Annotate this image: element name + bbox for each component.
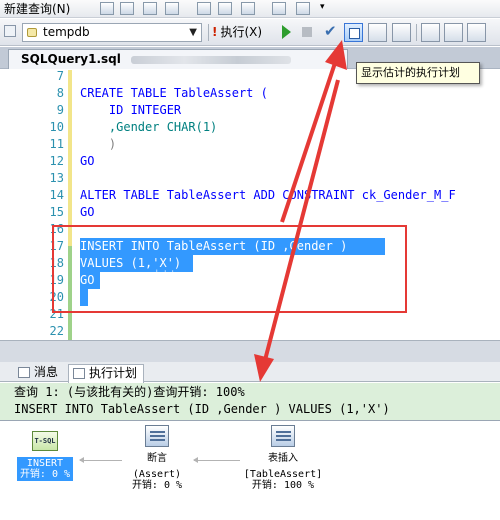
assert-icon xyxy=(145,425,169,447)
open-file-icon[interactable] xyxy=(197,2,211,15)
node-title: INSERT xyxy=(26,458,64,469)
execute-button[interactable]: ! 执行(X) xyxy=(212,23,262,42)
query-editor[interactable]: 7 8 9 10 11 12 13 14 15 16 17 18 19 20 2… xyxy=(0,70,500,340)
line-number: 7 xyxy=(56,70,64,83)
toolbar-overflow-icon[interactable]: ▾ xyxy=(320,2,325,12)
plan-connector xyxy=(79,457,122,463)
intellisense-icon[interactable] xyxy=(421,23,440,42)
node-title: 断言 xyxy=(147,453,167,464)
code-line: GO xyxy=(80,154,95,168)
line-number: 10 xyxy=(49,120,64,134)
node-cost: 开销: 0 % xyxy=(131,480,183,491)
activity-monitor-icon[interactable] xyxy=(272,2,286,15)
line-number: 12 xyxy=(49,154,64,168)
main-toolbar: 新建查询(N) ▾ xyxy=(0,0,500,18)
line-number: 11 xyxy=(49,137,64,151)
dmx-query-icon[interactable] xyxy=(143,2,157,15)
plan-node-label: INSERT 开销: 0 % xyxy=(16,457,74,481)
plan-node-table-insert[interactable]: 表插入 [TableAssert] 开销: 100 % xyxy=(236,425,330,491)
messages-icon xyxy=(18,367,30,378)
client-statistics-icon[interactable] xyxy=(467,23,486,42)
save-icon[interactable] xyxy=(218,2,232,15)
plan-node-assert[interactable]: 断言 (Assert) 开销: 0 % xyxy=(122,425,192,491)
query-designer-icon[interactable] xyxy=(368,23,387,42)
tab-execution-plan[interactable]: 执行计划 xyxy=(68,364,145,383)
database-icon xyxy=(27,28,37,37)
code-line: ,Gender CHAR(1) xyxy=(80,120,218,134)
line-number: 9 xyxy=(56,103,64,117)
node-title: 表插入 xyxy=(268,453,298,464)
tab-title: SQLQuery1.sql xyxy=(21,52,121,66)
blurred-connection-info xyxy=(130,55,291,64)
change-connection-icon[interactable] xyxy=(4,25,16,37)
execute-label: 执行(X) xyxy=(220,25,263,39)
tsql-icon: T-SQL xyxy=(32,431,58,451)
parse-check-icon[interactable]: ✔ xyxy=(324,22,337,40)
tab-label: 消息 xyxy=(34,365,59,379)
line-number: 15 xyxy=(49,205,64,219)
chevron-down-icon: ▼ xyxy=(189,27,197,38)
divider xyxy=(0,420,500,421)
available-databases-select[interactable]: tempdb ▼ xyxy=(22,23,202,42)
display-estimated-plan-button[interactable] xyxy=(344,23,363,42)
results-splitter[interactable] xyxy=(0,340,500,362)
node-subtitle: (Assert) xyxy=(132,469,182,480)
new-query-button[interactable]: 新建查询(N) xyxy=(0,1,74,17)
debug-icon[interactable] xyxy=(282,25,291,39)
results-tab-bar: 消息 执行计划 xyxy=(0,362,500,383)
node-cost: 开销: 0 % xyxy=(19,469,71,480)
include-actual-plan-icon[interactable] xyxy=(444,23,463,42)
query-header: 查询 1: (与该批有关的)查询开销: 100% INSERT INTO Tab… xyxy=(0,383,500,420)
toolbar-separator xyxy=(208,24,209,41)
code-line: ) xyxy=(80,137,117,151)
annotation-red-box xyxy=(52,225,407,313)
node-cost: 开销: 100 % xyxy=(251,480,315,491)
line-number: 14 xyxy=(49,188,64,202)
cancel-execution-icon[interactable] xyxy=(302,27,312,37)
query-text: INSERT INTO TableAssert (ID ,Gender ) VA… xyxy=(14,402,390,416)
code-line: ID INTEGER xyxy=(80,103,182,117)
plan-node-insert[interactable]: T-SQL INSERT 开销: 0 % xyxy=(12,431,78,481)
execution-plan-icon xyxy=(73,368,85,379)
line-number: 13 xyxy=(49,171,64,185)
object-explorer-icon[interactable] xyxy=(296,2,310,15)
database-select-value: tempdb xyxy=(43,25,90,39)
xmla-query-icon[interactable] xyxy=(165,2,179,15)
execute-icon: ! xyxy=(212,25,218,39)
execution-plan-pane[interactable]: 查询 1: (与该批有关的)查询开销: 100% INSERT INTO Tab… xyxy=(0,383,500,520)
table-insert-icon xyxy=(271,425,295,447)
code-line: GO xyxy=(80,205,95,219)
analysis-query-icon[interactable] xyxy=(120,2,134,15)
code-line: CREATE TABLE TableAssert ( xyxy=(80,86,268,100)
line-number: 22 xyxy=(49,324,64,338)
sql-editor-toolbar: tempdb ▼ ! 执行(X) ✔ xyxy=(0,19,500,46)
toolbar-separator xyxy=(416,24,417,41)
change-marker-bar xyxy=(68,70,72,246)
tsql-icon-label: T-SQL xyxy=(34,437,56,445)
query-cost-label: 查询 1: (与该批有关的)查询开销: 100% xyxy=(14,385,245,399)
save-all-icon[interactable] xyxy=(241,2,255,15)
tab-sqlquery1[interactable]: SQLQuery1.sql xyxy=(8,49,348,69)
query-options-icon[interactable] xyxy=(392,23,411,42)
node-subtitle: [TableAssert] xyxy=(243,469,323,480)
code-line: ALTER TABLE TableAssert ADD CONSTRAINT c… xyxy=(80,188,456,202)
plan-connector xyxy=(193,457,240,463)
tab-messages[interactable]: 消息 xyxy=(14,364,64,382)
tab-label: 执行计划 xyxy=(89,366,138,380)
tooltip: 显示估计的执行计划 xyxy=(356,62,480,84)
database-engine-query-icon[interactable] xyxy=(100,2,114,15)
line-number: 8 xyxy=(56,86,64,100)
